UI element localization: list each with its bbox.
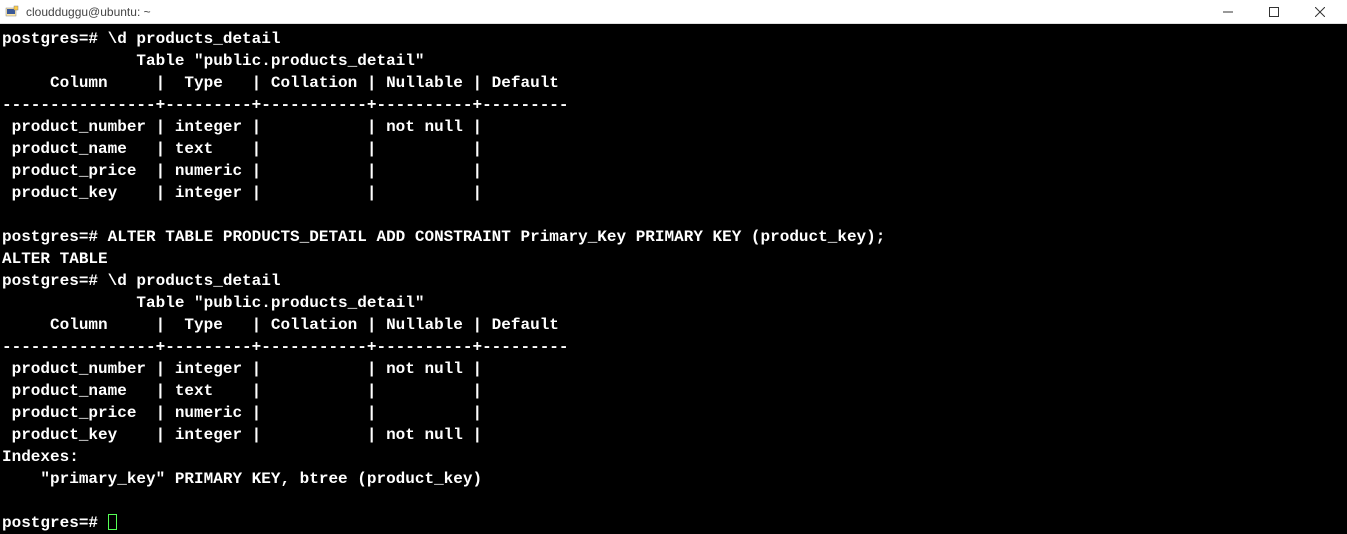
close-button[interactable] <box>1297 0 1343 24</box>
terminal-line: postgres=# ALTER TABLE PRODUCTS_DETAIL A… <box>2 228 885 246</box>
terminal-line: ----------------+---------+-----------+-… <box>2 96 569 114</box>
terminal-line: Column | Type | Collation | Nullable | D… <box>2 74 559 92</box>
terminal-line: product_key | integer | | | <box>2 184 482 202</box>
terminal-line: Column | Type | Collation | Nullable | D… <box>2 316 559 334</box>
terminal-line: ----------------+---------+-----------+-… <box>2 338 569 356</box>
terminal-line: product_name | text | | | <box>2 140 482 158</box>
window-controls <box>1205 0 1343 24</box>
terminal-line: product_key | integer | | not null | <box>2 426 482 444</box>
maximize-button[interactable] <box>1251 0 1297 24</box>
terminal-prompt: postgres=# <box>2 514 108 532</box>
terminal-line: product_number | integer | | not null | <box>2 360 482 378</box>
terminal-line: product_name | text | | | <box>2 382 482 400</box>
terminal-line: postgres=# \d products_detail <box>2 272 280 290</box>
terminal-line: "primary_key" PRIMARY KEY, btree (produc… <box>2 470 482 488</box>
terminal-cursor <box>108 514 117 530</box>
terminal-line: ALTER TABLE <box>2 250 108 268</box>
terminal-line: product_price | numeric | | | <box>2 162 482 180</box>
terminal-line: Indexes: <box>2 448 79 466</box>
terminal-line: product_price | numeric | | | <box>2 404 482 422</box>
window-title-bar: cloudduggu@ubuntu: ~ <box>0 0 1347 24</box>
terminal-output[interactable]: postgres=# \d products_detail Table "pub… <box>0 24 1347 534</box>
terminal-line: Table "public.products_detail" <box>2 52 424 70</box>
putty-icon <box>4 4 20 20</box>
terminal-line: Table "public.products_detail" <box>2 294 424 312</box>
window-title: cloudduggu@ubuntu: ~ <box>26 5 1205 19</box>
terminal-line: product_number | integer | | not null | <box>2 118 482 136</box>
minimize-button[interactable] <box>1205 0 1251 24</box>
terminal-line: postgres=# \d products_detail <box>2 30 280 48</box>
